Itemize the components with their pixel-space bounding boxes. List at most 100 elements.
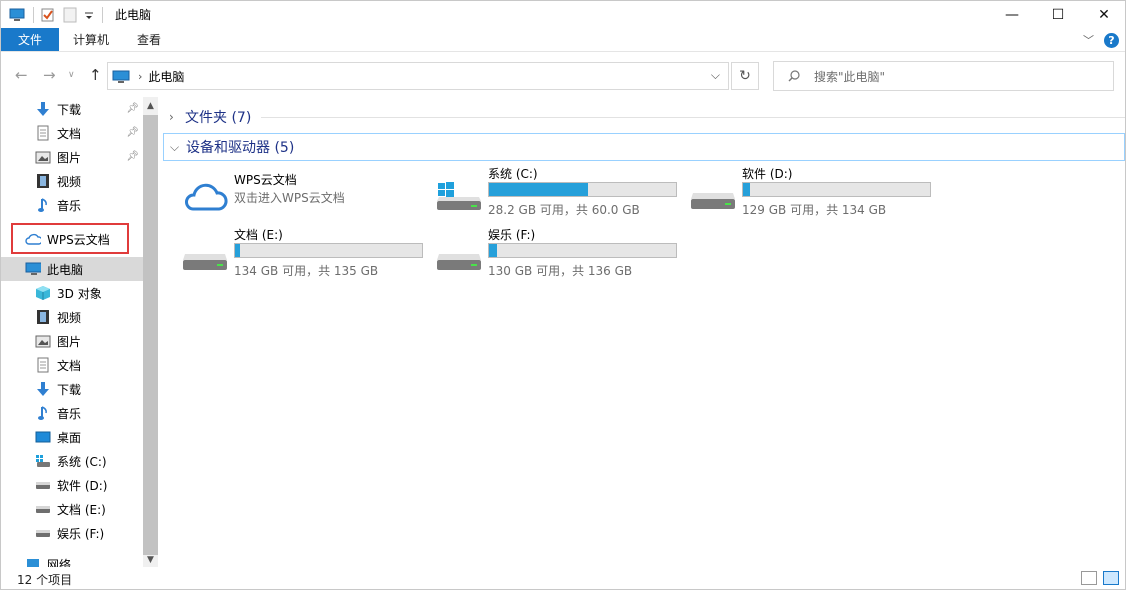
drive-icon <box>35 501 51 517</box>
sidebar-item-label: 娱乐 (F:) <box>57 526 105 541</box>
pin-icon[interactable]: 📌︎ <box>126 151 139 162</box>
sidebar-item-label: 音乐 <box>57 198 82 213</box>
sidebar-item-label: 下载 <box>57 382 82 397</box>
sidebar-item-desktop[interactable]: 桌面 <box>1 425 143 449</box>
sidebar-item-this-pc[interactable]: 此电脑 <box>1 257 143 281</box>
sidebar-item-label: 文档 <box>57 126 82 141</box>
sidebar-item-wps-cloud[interactable]: WPS云文档 <box>1 227 143 251</box>
drive-tile-e[interactable]: 文档 (E:) 134 GB 可用，共 135 GB <box>181 226 431 278</box>
help-icon[interactable]: ? <box>1104 32 1119 48</box>
quick-access-toolbar <box>1 1 109 28</box>
new-folder-icon[interactable] <box>62 7 78 23</box>
sidebar-item-label: 文档 (E:) <box>57 502 106 517</box>
drive-usage-bar <box>488 243 677 258</box>
search-icon <box>788 70 800 82</box>
picture-icon <box>35 333 51 349</box>
sidebar-item-pictures-pinned[interactable]: 图片 📌︎ <box>1 145 143 169</box>
sidebar-item-videos-quick[interactable]: 视频 <box>1 169 143 193</box>
drive-usage-bar <box>488 182 677 197</box>
sidebar-item-drive-f[interactable]: 娱乐 (F:) <box>1 521 143 545</box>
details-view-icon[interactable] <box>1081 571 1097 585</box>
sidebar-item-documents[interactable]: 文档 <box>1 353 143 377</box>
drive-usage-fill <box>489 244 498 257</box>
system-drive-icon <box>435 167 483 215</box>
toolbar-divider <box>33 6 34 23</box>
sidebar-item-documents-pinned[interactable]: 文档 📌︎ <box>1 121 143 145</box>
breadcrumb[interactable]: 此电脑 <box>148 68 184 85</box>
sidebar-item-music-quick[interactable]: 音乐 <box>1 193 143 217</box>
forward-arrow-icon[interactable]: → <box>43 66 56 84</box>
window-controls: — ☐ ✕ <box>989 1 1125 28</box>
desktop-icon <box>35 429 51 445</box>
document-icon <box>35 125 51 141</box>
sidebar-item-label: 下载 <box>57 102 82 117</box>
scrollbar-thumb[interactable] <box>143 115 158 555</box>
sidebar-item-downloads[interactable]: 下载 <box>1 377 143 401</box>
minimize-button[interactable]: — <box>989 1 1035 28</box>
group-header-drives[interactable]: ⌵ 设备和驱动器 (5) <box>163 133 1125 161</box>
cloud-icon <box>25 231 41 247</box>
sidebar-item-label: 软件 (D:) <box>57 478 108 493</box>
properties-icon[interactable] <box>40 7 56 23</box>
sidebar-item-drive-c[interactable]: 系统 (C:) <box>1 449 143 473</box>
drive-space-info: 129 GB 可用，共 134 GB <box>742 203 887 217</box>
up-arrow-icon[interactable]: ↑ <box>89 66 102 84</box>
sidebar-item-label: 图片 <box>57 334 82 349</box>
drive-tile-d[interactable]: 软件 (D:) 129 GB 可用，共 134 GB <box>689 165 939 217</box>
wps-cloud-tile[interactable]: WPS云文档 双击进入WPS云文档 <box>181 171 431 223</box>
sidebar-item-3d-objects[interactable]: 3D 对象 <box>1 281 143 305</box>
sidebar-item-drive-e[interactable]: 文档 (E:) <box>1 497 143 521</box>
chevron-down-icon[interactable]: ⌵ <box>170 140 186 155</box>
tab-view[interactable]: 查看 <box>123 28 175 51</box>
this-pc-icon <box>9 7 25 23</box>
drive-space-info: 130 GB 可用，共 136 GB <box>488 264 633 278</box>
maximize-button[interactable]: ☐ <box>1035 1 1081 28</box>
content-pane: › 文件夹 (7) ⌵ 设备和驱动器 (5) WPS云文档 双击进入WPS云文档 <box>163 97 1125 567</box>
system-drive-icon <box>35 453 51 469</box>
group-header-folders[interactable]: › 文件夹 (7) <box>163 103 1125 131</box>
sidebar-item-label: 音乐 <box>57 406 82 421</box>
music-icon <box>35 405 51 421</box>
sidebar-item-label: 此电脑 <box>47 262 84 277</box>
sidebar-item-pictures[interactable]: 图片 <box>1 329 143 353</box>
sidebar-item-label: 视频 <box>57 174 82 189</box>
sidebar-item-label: 3D 对象 <box>57 286 102 301</box>
sidebar-item-drive-d[interactable]: 软件 (D:) <box>1 473 143 497</box>
sidebar-scrollbar[interactable]: ▲ ▼ <box>143 97 158 567</box>
chevron-right-icon[interactable]: › <box>169 110 185 124</box>
scroll-up-icon[interactable]: ▲ <box>143 101 158 111</box>
breadcrumb-separator-icon[interactable]: › <box>138 70 142 83</box>
ribbon-tabs: 文件 计算机 查看 ﹀ ? <box>1 28 1125 52</box>
recent-locations-icon[interactable]: ∨ <box>68 70 75 80</box>
search-input[interactable]: 搜索"此电脑" <box>773 61 1114 91</box>
back-arrow-icon[interactable]: ← <box>15 66 28 84</box>
drive-name: 文档 (E:) <box>234 228 283 242</box>
this-pc-icon <box>25 261 41 277</box>
close-button[interactable]: ✕ <box>1081 1 1125 28</box>
tiles-view-icon[interactable] <box>1103 571 1119 585</box>
tab-computer[interactable]: 计算机 <box>59 28 123 51</box>
drive-space-info: 28.2 GB 可用，共 60.0 GB <box>488 203 640 217</box>
pin-icon[interactable]: 📌︎ <box>126 127 139 138</box>
sidebar-item-downloads-pinned[interactable]: 下载 📌︎ <box>1 97 143 121</box>
tile-name: WPS云文档 <box>234 173 297 187</box>
drive-tile-c[interactable]: 系统 (C:) 28.2 GB 可用，共 60.0 GB <box>435 165 685 217</box>
address-bar[interactable]: › 此电脑 ⌵ <box>107 62 729 90</box>
navigation-bar: ← → ∨ ↑ › 此电脑 ⌵ ↻ 搜索"此电脑" <box>1 53 1125 97</box>
this-pc-icon <box>112 70 130 83</box>
drive-name: 娱乐 (F:) <box>488 228 536 242</box>
address-dropdown-icon[interactable]: ⌵ <box>711 68 720 83</box>
sidebar-item-music[interactable]: 音乐 <box>1 401 143 425</box>
sidebar-item-videos[interactable]: 视频 <box>1 305 143 329</box>
expand-ribbon-icon[interactable]: ﹀ <box>1083 32 1094 48</box>
drive-tile-f[interactable]: 娱乐 (F:) 130 GB 可用，共 136 GB <box>435 226 685 278</box>
pin-icon[interactable]: 📌︎ <box>126 103 139 114</box>
sidebar-item-label: 图片 <box>57 150 82 165</box>
tab-file[interactable]: 文件 <box>1 28 60 51</box>
scroll-down-icon[interactable]: ▼ <box>143 555 158 565</box>
sidebar-item-network[interactable]: 网络 <box>1 552 143 567</box>
refresh-button[interactable]: ↻ <box>731 62 759 90</box>
customize-toolbar-icon[interactable] <box>84 7 94 23</box>
sidebar-item-label: 文档 <box>57 358 82 373</box>
tile-subtitle: 双击进入WPS云文档 <box>234 191 345 205</box>
